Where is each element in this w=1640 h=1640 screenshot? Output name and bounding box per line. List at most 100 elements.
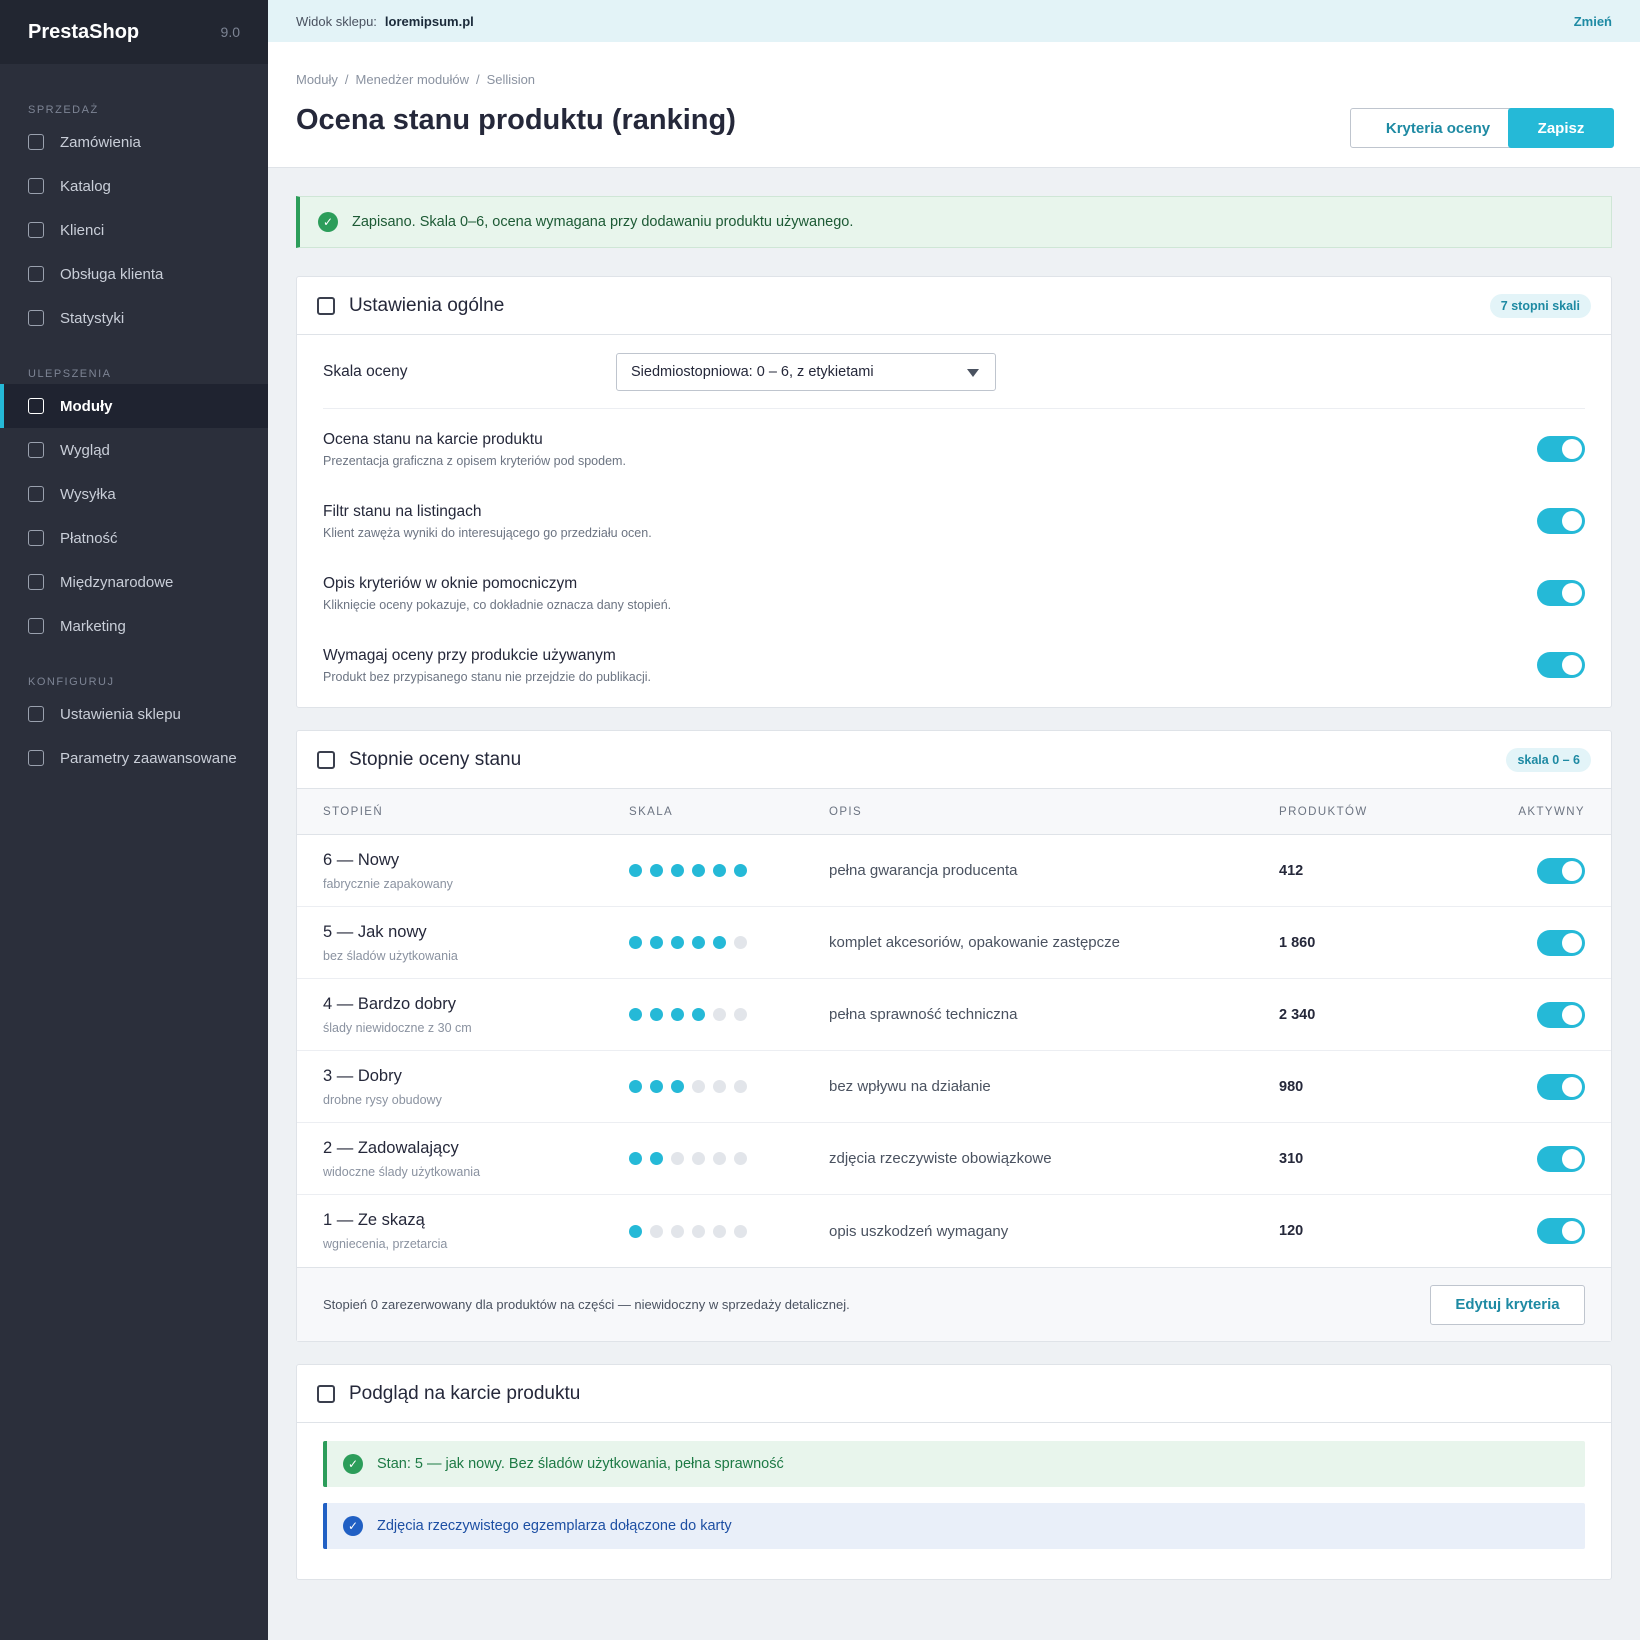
sidebar-item-wyglad[interactable]: Wygląd <box>0 428 268 472</box>
setting-row: Opis kryteriów w oknie pomocniczym Klikni… <box>297 557 1611 629</box>
grade-name: 5 — Jak nowy <box>323 922 427 941</box>
breadcrumb: Moduły / Menedżer modułów / Sellision <box>296 72 536 87</box>
grade-name: 2 — Zadowalający <box>323 1138 459 1157</box>
grade-subtitle: bez śladów użytkowania <box>323 948 458 963</box>
setting-toggle[interactable] <box>1537 508 1585 534</box>
sidebar-item-label: Zamówienia <box>60 133 141 151</box>
change-store-link[interactable]: Zmień <box>1574 14 1612 29</box>
sidebar-item-obsluga-klienta[interactable]: Obsługa klienta <box>0 252 268 296</box>
setting-text: Opis kryteriów w oknie pomocniczym Klikni… <box>323 575 1537 612</box>
active-cell <box>1479 1073 1611 1100</box>
preview-body: ✓ Stan: 5 — jak nowy. Bez śladów użytkow… <box>297 1423 1611 1579</box>
brand-logo[interactable]: PrestaShop <box>28 21 139 44</box>
product-count: 120 <box>1279 1223 1304 1239</box>
nav-section-title: KONFIGURUJ <box>28 676 115 688</box>
active-cell <box>1479 1001 1611 1028</box>
setting-description: Kliknięcie oceny pokazuje, co dokładnie … <box>323 597 672 612</box>
sidebar-item-marketing[interactable]: Marketing <box>0 604 268 648</box>
scale-select-value: Siedmiostopniowa: 0 – 6, z etykietami <box>631 363 874 380</box>
scale-dot <box>629 1008 642 1021</box>
criteria-button[interactable]: Kryteria oceny <box>1350 108 1526 148</box>
store-url-link[interactable]: loremipsum.pl <box>385 14 474 29</box>
description-cell: zdjęcia rzeczywiste obowiązkowe <box>829 1150 1052 1167</box>
grade-cell: 4 — Bardzo dobry ślady niewidoczne z 30 c… <box>297 995 629 1035</box>
store-view-bar: Widok sklepu: loremipsum.pl Zmień <box>268 0 1640 42</box>
active-toggle[interactable] <box>1537 1218 1585 1244</box>
scale-dot <box>692 936 705 949</box>
description-cell: pełna gwarancja producenta <box>829 862 1018 879</box>
scale-dots <box>629 864 829 877</box>
setting-description: Produkt bez przypisanego stanu nie przej… <box>323 669 651 684</box>
page-header: Moduły / Menedżer modułów / Sellision Ocena … <box>268 42 1640 168</box>
active-toggle[interactable] <box>1537 1001 1585 1028</box>
general-settings-card: Ustawienia ogólne 7 stopni skali Skala o… <box>296 276 1612 708</box>
active-toggle[interactable] <box>1537 1145 1585 1172</box>
scale-dot <box>671 864 684 877</box>
scale-dot <box>713 936 726 949</box>
nav-section-title: ULEPSZENIA <box>28 368 112 380</box>
setting-toggle[interactable] <box>1537 436 1585 462</box>
scale-dot <box>671 1080 684 1093</box>
setting-row: Wymagaj oceny przy produkcie używanym Pro… <box>297 629 1611 701</box>
scale-row: Skala oceny Siedmiostopniowa: 0 – 6, z e… <box>323 335 1585 409</box>
breadcrumb-item[interactable]: Moduły <box>296 72 338 87</box>
sidebar-item-moduly[interactable]: Moduły <box>0 384 268 428</box>
breadcrumb-item[interactable]: Menedżer modułów <box>356 72 469 87</box>
sidebar-item-katalog[interactable]: Katalog <box>0 164 268 208</box>
card-header: Ustawienia ogólne 7 stopni skali <box>297 277 1611 335</box>
card-header: Stopnie oceny stanu skala 0 – 6 <box>297 731 1611 789</box>
active-toggle[interactable] <box>1537 929 1585 956</box>
card-header: Podgląd na karcie produktu <box>297 1365 1611 1423</box>
sidebar-item-klienci[interactable]: Klienci <box>0 208 268 252</box>
setting-toggle[interactable] <box>1537 580 1585 606</box>
scale-cell <box>629 1080 829 1093</box>
active-toggle[interactable] <box>1537 857 1585 884</box>
sidebar-item-ustawienia-sklepu[interactable]: Ustawienia sklepu <box>0 692 268 736</box>
grade-name: 3 — Dobry <box>323 1066 402 1085</box>
active-cell <box>1479 857 1611 884</box>
scale-dot <box>629 936 642 949</box>
scale-dot <box>650 1224 663 1238</box>
grade-name: 1 — Ze skazą <box>323 1211 425 1229</box>
description-cell: bez wpływu na działanie <box>829 1078 991 1095</box>
description-cell: pełna sprawność techniczna <box>829 1006 1018 1023</box>
scale-cell <box>629 1008 829 1021</box>
scale-cell <box>629 864 829 877</box>
grade-name: 4 — Bardzo dobry <box>323 994 456 1013</box>
sidebar-item-label: Ustawienia sklepu <box>60 705 181 723</box>
sidebar-item-label: Płatność <box>60 529 118 547</box>
scale-select[interactable]: Siedmiostopniowa: 0 – 6, z etykietami <box>616 352 996 391</box>
setting-text: Ocena stanu na karcie produktu Prezentacj… <box>323 431 1537 468</box>
menu-icon <box>28 574 44 590</box>
grade-name: 6 — Nowy <box>323 850 400 869</box>
setting-text: Wymagaj oceny przy produkcie używanym Pro… <box>323 647 1537 684</box>
sidebar-item-miedzynarodowe[interactable]: Międzynarodowe <box>0 560 268 604</box>
sidebar-item-statystyki[interactable]: Statystyki <box>0 296 268 340</box>
menu-icon <box>28 442 44 458</box>
scale-dot <box>692 1008 705 1021</box>
scale-dot <box>734 1008 747 1021</box>
table-body: 6 — Nowy fabrycznie zapakowany pełna gwara… <box>297 835 1611 1267</box>
scale-dot <box>629 864 642 877</box>
sidebar-item-label: Wygląd <box>60 441 110 459</box>
edit-criteria-button[interactable]: Edytuj kryteria <box>1430 1284 1585 1325</box>
sidebar-item-parametry-zaawansowane[interactable]: Parametry zaawansowane <box>0 736 268 780</box>
active-toggle[interactable] <box>1537 1073 1585 1100</box>
menu-icon <box>28 178 44 194</box>
grade-subtitle: ślady niewidoczne z 30 cm <box>323 1020 472 1035</box>
sidebar-item-zamowienia[interactable]: Zamówienia <box>0 120 268 164</box>
grade-cell: 6 — Nowy fabrycznie zapakowany <box>297 851 629 891</box>
grade-cell: 2 — Zadowalający widoczne ślady użytkowan… <box>297 1139 629 1179</box>
grade-cell: 3 — Dobry drobne rysy obudowy <box>297 1067 629 1107</box>
save-button[interactable]: Zapisz <box>1508 108 1614 148</box>
setting-toggle[interactable] <box>1537 652 1585 678</box>
scale-dot <box>629 1152 642 1165</box>
sidebar-item-platnosc[interactable]: Płatność <box>0 516 268 560</box>
scale-dot <box>734 1152 747 1165</box>
menu-icon <box>28 750 44 766</box>
scale-dots <box>629 1008 829 1021</box>
grades-card: Stopnie oceny stanu skala 0 – 6 STOPIEŃ … <box>296 730 1612 1342</box>
scale-dot <box>671 1008 684 1021</box>
sidebar-item-wysylka[interactable]: Wysyłka <box>0 472 268 516</box>
success-alert-text: Zapisano. Skala 0–6, ocena wymagana przy… <box>352 214 854 230</box>
